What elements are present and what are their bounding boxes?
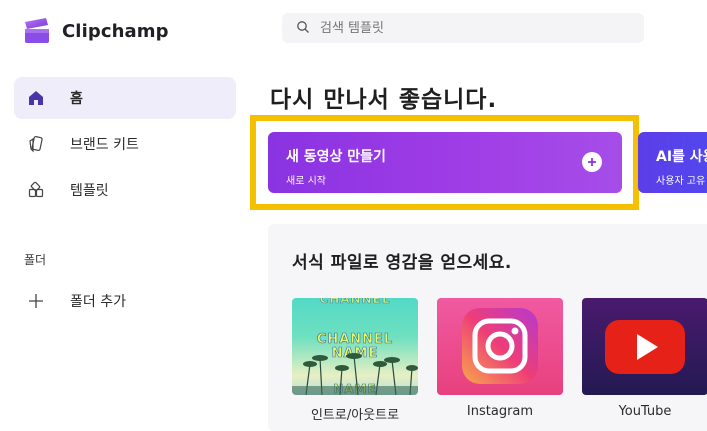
ai-create-button[interactable]: AI를 사용 사용자 고유 bbox=[638, 132, 707, 193]
sidebar-nav: 홈 브랜드 키트 템플릿 bbox=[14, 77, 236, 215]
template-tile-instagram[interactable] bbox=[437, 298, 563, 395]
palm-trees-image bbox=[292, 353, 418, 395]
template-tile-intro-outro[interactable]: CHANNEL CHANNEL NAME NAME bbox=[292, 298, 418, 395]
add-icon bbox=[582, 152, 602, 172]
template-label: Instagram bbox=[466, 404, 534, 419]
instagram-icon bbox=[462, 308, 538, 384]
sidebar-item-templates[interactable]: 템플릿 bbox=[14, 169, 236, 211]
add-folder-label: 폴더 추가 bbox=[70, 294, 126, 310]
templates-section: 서식 파일로 영감을 얻으세요. CHANNEL CHANNEL NAME NA… bbox=[268, 224, 707, 431]
ai-card-subtitle: 사용자 고유 bbox=[656, 176, 706, 187]
add-folder-button[interactable]: 폴더 추가 bbox=[14, 280, 236, 326]
templates-icon bbox=[26, 180, 46, 200]
sidebar: Clipchamp 홈 브랜드 키트 템플릿 폴더 폴더 추가 bbox=[0, 0, 250, 431]
search-input[interactable] bbox=[320, 20, 620, 36]
brand-kit-icon bbox=[26, 134, 46, 154]
search-bar[interactable] bbox=[282, 13, 644, 43]
template-label: 인트로/아웃트로 bbox=[310, 408, 400, 423]
youtube-icon bbox=[605, 320, 685, 374]
brand[interactable]: Clipchamp bbox=[22, 16, 169, 46]
search-icon bbox=[296, 19, 310, 38]
templates-heading: 서식 파일로 영감을 얻으세요. bbox=[292, 253, 512, 273]
create-new-video-title: 새 동영상 만들기 bbox=[286, 149, 386, 165]
page-title: 다시 만나서 좋습니다. bbox=[270, 87, 498, 113]
add-folder-item[interactable]: 폴더 추가 bbox=[14, 280, 236, 322]
template-tile-youtube[interactable] bbox=[582, 298, 707, 395]
create-new-video-subtitle: 새로 시작 bbox=[286, 176, 326, 187]
sidebar-item-label: 브랜드 키트 bbox=[70, 137, 139, 153]
sidebar-item-home[interactable]: 홈 bbox=[14, 77, 236, 119]
create-new-video-button[interactable]: 새 동영상 만들기 새로 시작 bbox=[268, 132, 622, 193]
sidebar-item-brand-kit[interactable]: 브랜드 키트 bbox=[14, 123, 236, 165]
plus-icon bbox=[26, 291, 46, 311]
app-name: Clipchamp bbox=[62, 20, 169, 42]
ai-card-title: AI를 사용 bbox=[656, 149, 707, 165]
template-label: YouTube bbox=[618, 404, 672, 419]
home-icon bbox=[26, 88, 46, 108]
sidebar-item-label: 홈 bbox=[70, 91, 83, 107]
sidebar-item-label: 템플릿 bbox=[70, 183, 109, 199]
folder-section-label: 폴더 bbox=[24, 253, 47, 267]
clipchamp-logo-icon bbox=[22, 16, 52, 46]
